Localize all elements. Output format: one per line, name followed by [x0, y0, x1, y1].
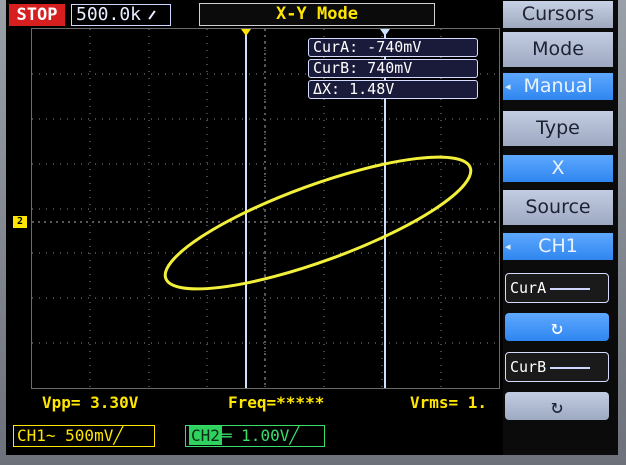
menu-type-value[interactable]: X [503, 155, 613, 182]
curb-line-icon [550, 366, 591, 369]
source-value-text: CH1 [538, 235, 578, 257]
menu-header: Cursors [503, 1, 613, 28]
ch1-slash-icon: ╱ [113, 426, 123, 445]
cursor-a-marker [241, 29, 251, 36]
ch1-scale-value: CH1~ 500mV [17, 426, 114, 445]
vpp-measurement: Vpp= 3.30V [42, 393, 139, 412]
ch2-coupling-icon: ═ [221, 426, 242, 445]
freq-measurement: Freq=***** [228, 393, 325, 412]
curb-adjust-button[interactable]: ↻ [505, 392, 609, 420]
run-stop-indicator[interactable]: STOP [9, 4, 65, 26]
softkey-menu [503, 0, 618, 455]
ch1-scale[interactable]: CH1~ 500mV╱ [13, 425, 155, 447]
vrms-measurement: Vrms= 1. [410, 393, 488, 412]
source-select-arrow-icon: ◂ [505, 240, 511, 253]
mode-value-text: Manual [523, 75, 593, 97]
ch2-scale-value: 1.00V [241, 426, 290, 445]
ch2-scale[interactable]: CH2 ═ 1.00V╱ [185, 425, 325, 447]
timebase-slash-icon [148, 10, 156, 20]
xy-trace [163, 155, 473, 291]
menu-mode-title[interactable]: Mode [503, 32, 613, 67]
mode-select-arrow-icon: ◂ [505, 80, 511, 93]
timebase-value: 500.0k [76, 4, 142, 25]
cursor-b-readout: CurB: 740mV [308, 59, 478, 78]
curb-label: CurB [510, 358, 547, 376]
menu-source-title[interactable]: Source [503, 190, 613, 225]
cura-adjust-button[interactable]: ↻ [505, 313, 609, 341]
cursor-a-readout: CurA: -740mV [308, 38, 478, 57]
menu-source-value[interactable]: ◂ CH1 [503, 233, 613, 260]
cura-label: CurA [510, 279, 547, 297]
ch2-slash-icon: ╱ [289, 426, 299, 445]
cursor-b-marker [380, 29, 390, 36]
menu-cura-item[interactable]: CurA [505, 273, 609, 303]
menu-type-title[interactable]: Type [503, 111, 613, 146]
menu-curb-item[interactable]: CurB [505, 352, 609, 382]
ch2-label: CH2 [189, 426, 222, 445]
display-mode-title: X-Y Mode [199, 3, 435, 26]
menu-mode-value[interactable]: ◂ Manual [503, 73, 613, 100]
cursor-delta-readout: ΔX: 1.48V [308, 80, 478, 99]
timebase-readout[interactable]: 500.0k [71, 4, 171, 26]
channel-ground-marker: 2 [13, 216, 27, 228]
cura-line-icon [550, 287, 591, 290]
